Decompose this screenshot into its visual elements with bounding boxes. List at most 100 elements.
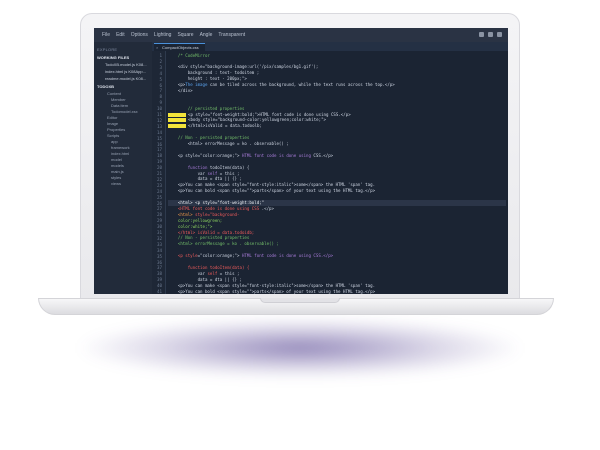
code-token: <html> [168, 211, 193, 217]
line-number: 9 [159, 100, 162, 106]
code-token: todoItem(data) { [207, 164, 250, 170]
code-token: <p>You can bold <span style="">parts</sp… [168, 288, 376, 294]
code-token: = this ; [217, 270, 240, 276]
laptop-screen: File Edit Options Lighting Square Angle … [94, 28, 508, 294]
menu-file[interactable]: File [102, 32, 110, 38]
line-number: 26 [156, 200, 162, 206]
code-token: <p>You can make <span style="font-style:… [168, 182, 376, 188]
tree-node[interactable]: index.html [111, 151, 149, 156]
line-number: 18 [156, 153, 162, 159]
line-number: 6 [159, 82, 162, 88]
code-token: self [207, 270, 218, 276]
highlight-marker [168, 112, 186, 117]
code-token: color:yellowgreen; [168, 217, 223, 223]
laptop-notch [260, 298, 340, 303]
menu-angle[interactable]: Angle [200, 32, 213, 38]
menu-square[interactable]: Square [177, 32, 193, 38]
line-number: 23 [156, 182, 162, 188]
code-token: function [187, 164, 208, 170]
menu-options[interactable]: Options [131, 32, 148, 38]
line-number: 28 [156, 212, 162, 218]
code-token: <p style="font-weight:bold;">HTML font c… [188, 111, 351, 117]
line-number: 27 [156, 206, 162, 212]
line-number: 4 [159, 70, 162, 76]
code-token: function todoItem(data) { [168, 264, 250, 270]
code-token: <p>You can make <span style="font-style:… [168, 282, 376, 288]
tree-node[interactable]: Data item [111, 103, 149, 108]
working-file[interactable]: TodoXB.model.js K08... [105, 62, 149, 67]
working-file[interactable]: readme.model.js K08... [105, 76, 149, 81]
line-number: 16 [156, 141, 162, 147]
tree-node[interactable]: Editor [107, 115, 149, 120]
highlight-marker [168, 124, 186, 129]
menu-lighting[interactable]: Lighting [154, 32, 172, 38]
code-token: color:white;"> [168, 223, 213, 229]
tree-node[interactable]: Scripts [107, 133, 149, 138]
line-number: 20 [156, 165, 162, 171]
close-icon[interactable] [497, 32, 502, 37]
code-token: The image [185, 82, 208, 87]
project-tree-header[interactable]: TODOXB [97, 84, 149, 89]
line-number: 35 [156, 253, 162, 259]
menu-edit[interactable]: Edit [116, 32, 125, 38]
code-token: </html>isValid = data.todoolb; [188, 123, 262, 129]
menu-transparent[interactable]: Transparent [218, 32, 245, 38]
tree-node[interactable]: model [111, 157, 149, 162]
laptop-shadow [80, 318, 520, 378]
tree-node[interactable]: Image [107, 121, 149, 126]
tree-node[interactable]: views [111, 181, 149, 186]
code-token: CSS.</p> [310, 152, 334, 158]
code-token: </html> isValid = data.todoidb; [168, 229, 255, 235]
line-number: 3 [159, 64, 162, 70]
tree-node[interactable]: Content [107, 91, 149, 96]
tree-node[interactable]: Member [111, 97, 149, 102]
explorer-sidebar: EXPLORE WORKING FILES TodoXB.model.js K0… [94, 42, 152, 294]
code-token: data = dta || {} ; [168, 176, 242, 182]
line-number: 11 [156, 112, 162, 117]
maximize-icon[interactable] [488, 32, 493, 37]
line-number: 31 [156, 230, 162, 235]
code-token: can be tiled across the background, whil… [207, 82, 395, 87]
line-number: 40 [156, 283, 162, 289]
close-tab-icon[interactable]: × [156, 45, 158, 50]
code-token: <p> [168, 82, 186, 87]
code-token: var [168, 170, 208, 176]
code-token: HTML font code is done using [241, 152, 311, 158]
code-token: <HTML font code is done using CSS [168, 205, 260, 211]
tree-node[interactable]: models [111, 163, 149, 168]
line-number: 21 [156, 171, 162, 176]
working-files-header[interactable]: WORKING FILES [97, 55, 149, 60]
line-number: 19 [156, 159, 162, 165]
tree-node[interactable]: app [111, 139, 149, 144]
code-token: var [168, 270, 208, 276]
minimize-icon[interactable] [479, 32, 484, 37]
line-number: 36 [156, 259, 162, 265]
tree-node[interactable]: styles [111, 175, 149, 180]
highlight-marker [168, 118, 186, 123]
code-token: // persisted properties [168, 105, 245, 111]
line-number: 37 [156, 265, 162, 271]
editor-tab-bar: × CompactObjects.css [152, 42, 508, 51]
code-token: // Non - persisted properties [168, 135, 250, 141]
line-number: 41 [156, 289, 162, 294]
code-token: <p style="color:orange;"> [168, 152, 242, 158]
tree-node[interactable]: main.js [111, 169, 149, 174]
line-number: 15 [156, 135, 162, 141]
tab-active-file[interactable]: × CompactObjects.css [154, 43, 205, 51]
code-token: data = dta || {} ; [168, 276, 242, 282]
tree-node[interactable]: framework [111, 145, 149, 150]
line-number: 2 [159, 58, 162, 64]
line-number: 13 [156, 123, 162, 129]
line-number: 33 [156, 241, 162, 247]
code-editor[interactable]: /* CodeMirror <div style="background-ima… [168, 51, 508, 294]
working-file[interactable]: index.html js K08App... [105, 69, 149, 74]
code-line[interactable]: <p>You can bold <span style="">parts</sp… [168, 289, 506, 295]
code-token: <html> <p style="font-weight:bold;" [168, 200, 265, 205]
line-number: 1 [159, 53, 162, 58]
line-number: 5 [159, 76, 162, 82]
tree-node[interactable]: Todomodel.xsx [111, 109, 149, 114]
line-number: 7 [159, 88, 162, 94]
tree-node[interactable]: Properties [107, 127, 149, 132]
line-number: 22 [156, 176, 162, 182]
